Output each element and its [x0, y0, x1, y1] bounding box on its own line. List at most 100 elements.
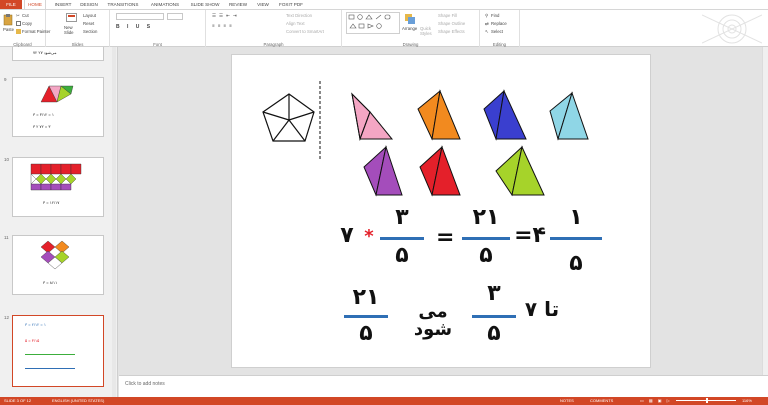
shapes-gallery[interactable]	[346, 12, 400, 34]
find-label: Find	[491, 13, 500, 18]
slide-number-9: 9	[4, 77, 7, 82]
thumbnails-scrollbar[interactable]	[112, 47, 116, 397]
list-buttons[interactable]: ☰ ☰ ⇤ ⇥	[212, 13, 238, 19]
comments-toggle[interactable]: COMMENTS	[590, 397, 613, 405]
quick-styles-button[interactable]: Quick Styles	[420, 26, 434, 36]
language-status[interactable]: ENGLISH (UNITED STATES)	[52, 397, 104, 405]
tab-review[interactable]: REVIEW	[226, 0, 250, 9]
tab-foxit-pdf[interactable]: FOXIT PDF	[276, 0, 306, 9]
status-bar: SLIDE 3 OF 12 ENGLISH (UNITED STATES) NO…	[0, 397, 768, 405]
slide-thumbnail-10[interactable]: ۴ = ۱۲/۱۷	[12, 157, 104, 217]
powerpoint-window: FILE HOME INSERT DESIGN TRANSITIONS ANIM…	[0, 0, 768, 405]
tab-insert[interactable]: INSERT	[52, 0, 74, 9]
paste-icon[interactable]	[3, 13, 13, 26]
fraction-3-bar	[550, 237, 602, 240]
slide-canvas[interactable]: ۷ * ۳ ۵ = ۲۱ ۵ =۴ ۱ ۵ ۲۱ ۵ می شود ۳ ۵ ۷ …	[231, 54, 651, 368]
replace-button[interactable]: ⇄ Replace	[485, 21, 507, 26]
wedge-purple	[363, 145, 403, 197]
notes-toggle[interactable]: NOTES	[560, 397, 574, 405]
arrange-button[interactable]: Arrange	[402, 26, 417, 31]
thumb-9-line-1: ۳ = ۳/۱۲ = ۱	[33, 112, 54, 117]
slide-thumbnail-12[interactable]: ۳ = ۲/۱۲ = ۱ ۵ = ۳/۱۵	[12, 315, 104, 387]
binoculars-icon: ⚲	[485, 13, 489, 19]
shape-fill-button[interactable]: Shape Fill	[438, 13, 457, 18]
wedge-red	[419, 145, 461, 197]
wedge-light-blue	[549, 91, 589, 141]
fraction-2-numerator: ۲۱	[472, 205, 500, 230]
notes-pane[interactable]: Click to add notes	[119, 375, 768, 397]
thumb-11-graphic	[40, 240, 70, 270]
fraction-3-numerator: ۱	[569, 205, 583, 230]
arrange-icon[interactable]	[404, 13, 416, 25]
find-button[interactable]: ⚲ Find	[485, 13, 499, 18]
thumb-8-text: ۷۲ می‌شود ۲۷	[33, 50, 57, 55]
new-slide-button[interactable]: New Slide	[64, 25, 80, 35]
paste-button[interactable]: Paste	[3, 27, 14, 32]
view-buttons[interactable]: ▭ ▦ ▣ ▷	[640, 397, 672, 405]
clipboard-group: Paste ✂ Cut Copy Format Painter Clipboard	[0, 10, 50, 48]
thumb-11-line-1: ۳ = ۸/۱۱	[43, 280, 58, 285]
shape-outline-button[interactable]: Shape Outline	[438, 21, 465, 26]
fraction-4-bar	[472, 315, 516, 318]
fraction-1-numerator: ۳	[395, 205, 409, 230]
font-format-buttons[interactable]: B I U S	[116, 24, 153, 30]
result-numerator: ۲۱	[352, 285, 380, 310]
replace-icon: ⇄	[485, 21, 489, 27]
section-button[interactable]: Section	[83, 29, 97, 34]
text-direction-button[interactable]: Text Direction	[286, 13, 312, 18]
pentagon-divided	[262, 93, 315, 142]
slide-thumbnails-pane[interactable]: ۷۲ می‌شود ۲۷ 9 ۳ = ۳/۱۲ = ۱ ۳ ۲ ۷۲ = ۳ 1…	[0, 47, 118, 397]
equals-sign-1: =	[436, 225, 455, 250]
thumb-10-graphic	[30, 163, 82, 191]
align-text-button[interactable]: Align Text	[286, 21, 305, 26]
fraction-2-bar	[462, 237, 510, 240]
thumb-12-rule-2	[25, 368, 75, 369]
select-button[interactable]: ↖ Select	[485, 29, 503, 34]
wedge-pink	[351, 92, 394, 141]
layout-button[interactable]: Layout	[83, 13, 96, 18]
result-denominator: ۵	[359, 321, 373, 346]
ribbon-tabs: FILE HOME INSERT DESIGN TRANSITIONS ANIM…	[0, 0, 768, 9]
font-size-box[interactable]	[167, 13, 183, 20]
tab-view[interactable]: VIEW	[253, 0, 273, 9]
fraction-3-denominator: ۵	[569, 251, 583, 276]
wedge-blue	[483, 89, 527, 141]
slide-number-11: 11	[4, 235, 9, 240]
tab-file[interactable]: FILE	[0, 0, 22, 9]
font-group: B I U S Font	[110, 10, 206, 48]
zoom-slider-thumb[interactable]	[706, 398, 708, 403]
equation-whole-number: ۷	[340, 223, 354, 248]
copy-button[interactable]: Copy	[16, 21, 33, 27]
tab-transitions[interactable]: TRANSITIONS	[105, 0, 141, 9]
editor-scrollbar[interactable]	[762, 47, 768, 375]
fraction-4-numerator: ۳	[487, 281, 501, 306]
seven-times-text: ۷ تا	[524, 297, 560, 321]
copy-label: Copy	[22, 21, 33, 26]
smartart-button[interactable]: Convert to SmartArt	[286, 29, 324, 34]
align-buttons[interactable]: ≡ ≡ ≡ ≡	[212, 23, 233, 28]
cut-button[interactable]: ✂ Cut	[16, 13, 29, 18]
reset-button[interactable]: Reset	[83, 21, 94, 26]
font-name-box[interactable]	[116, 13, 164, 20]
drawing-group: Arrange Quick Styles Shape Fill Shape Ou…	[342, 10, 480, 48]
slide-editor: ۷ * ۳ ۵ = ۲۱ ۵ =۴ ۱ ۵ ۲۱ ۵ می شود ۳ ۵ ۷ …	[119, 47, 768, 375]
wedge-orange	[417, 89, 461, 141]
decorative-pattern	[702, 14, 762, 44]
equals-four: =۴	[514, 223, 546, 248]
zoom-level[interactable]: 116%	[742, 397, 752, 405]
slide-thumbnail-9[interactable]: ۳ = ۳/۱۲ = ۱ ۳ ۲ ۷۲ = ۳	[12, 77, 104, 137]
slide-number-12: 12	[4, 315, 10, 320]
slide-thumbnail-11[interactable]: ۳ = ۸/۱۱	[12, 235, 104, 295]
fraction-2-denominator: ۵	[479, 243, 493, 268]
tab-animations[interactable]: ANIMATIONS	[146, 0, 184, 9]
multiply-asterisk: *	[364, 226, 374, 247]
thumb-9-line-2: ۳ ۲ ۷۲ = ۳	[33, 124, 51, 129]
tab-slide-show[interactable]: SLIDE SHOW	[187, 0, 223, 9]
shape-effects-button[interactable]: Shape Effects	[438, 29, 465, 34]
tab-design[interactable]: DESIGN	[78, 0, 100, 9]
replace-label: Replace	[491, 21, 507, 26]
tab-home[interactable]: HOME	[24, 0, 46, 9]
thumb-12-rule	[25, 354, 75, 355]
slide-thumbnail-8[interactable]: ۷۲ می‌شود ۲۷	[12, 47, 104, 61]
new-slide-icon[interactable]	[66, 13, 77, 23]
